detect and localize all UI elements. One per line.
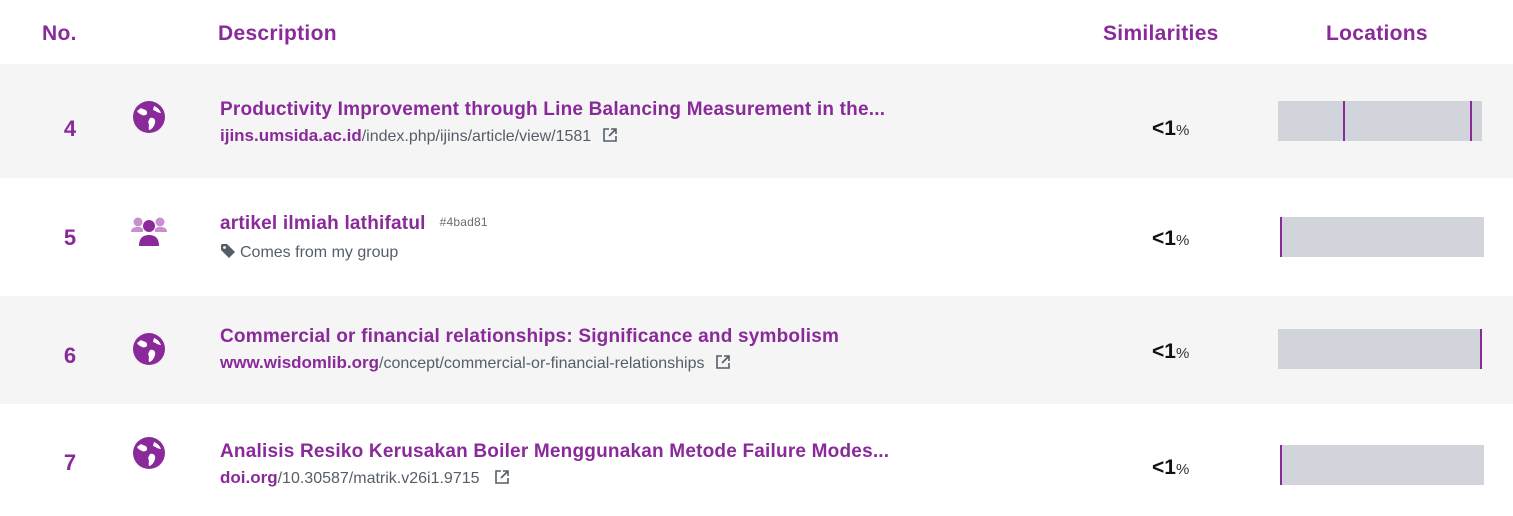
source-domain: www.wisdomlib.org	[220, 353, 379, 372]
external-link-icon[interactable]	[602, 127, 618, 143]
row-number: 7	[63, 450, 77, 475]
tag-text: Comes from my group	[240, 244, 399, 261]
globe-icon	[133, 333, 165, 365]
similarity-value: <1%	[1152, 340, 1189, 364]
location-marker[interactable]	[1470, 101, 1472, 141]
similarity-unit: %	[1175, 345, 1190, 362]
column-header-no: No.	[42, 22, 77, 45]
row-number: 6	[63, 343, 77, 368]
table-row[interactable]: 6 Commercial or financial relationships:…	[0, 296, 1513, 404]
external-link-icon[interactable]	[715, 354, 731, 370]
source-path: /concept/commercial-or-financial-relatio…	[379, 355, 705, 372]
source-path: /index.php/ijins/article/view/1581	[361, 128, 592, 145]
source-title-link[interactable]: artikel ilmiah lathifatul #4bad81	[220, 213, 488, 235]
globe-icon	[133, 101, 165, 133]
similarity-value: <1%	[1152, 456, 1189, 480]
similarity-number: <1	[1152, 117, 1176, 140]
table-row[interactable]: 5 artikel ilmiah lathifatul #4bad81 Comes…	[0, 183, 1513, 292]
table-row[interactable]: 7 Analisis Resiko Kerusakan Boiler Mengg…	[0, 408, 1513, 516]
location-bar[interactable]	[1278, 101, 1482, 141]
source-id: #4bad81	[439, 215, 488, 229]
location-bar[interactable]	[1280, 445, 1484, 485]
similarity-unit: %	[1175, 461, 1190, 478]
similarity-number: <1	[1152, 227, 1176, 250]
similarity-number: <1	[1152, 456, 1176, 479]
column-header-description: Description	[218, 22, 337, 45]
similarity-value: <1%	[1152, 117, 1189, 141]
source-url[interactable]: doi.org/10.30587/matrik.v26i1.9715	[220, 468, 510, 488]
source-path: /10.30587/matrik.v26i1.9715	[277, 470, 480, 487]
location-marker[interactable]	[1280, 217, 1282, 257]
external-link-icon[interactable]	[494, 469, 510, 485]
source-title-link[interactable]: Commercial or financial relationships: S…	[220, 326, 839, 348]
location-marker[interactable]	[1480, 329, 1482, 369]
similarity-value: <1%	[1152, 227, 1189, 251]
row-number: 4	[63, 116, 77, 141]
source-title-link[interactable]: Productivity Improvement through Line Ba…	[220, 99, 885, 121]
similarity-number: <1	[1152, 340, 1176, 363]
source-domain: doi.org	[220, 468, 278, 487]
table-header: No. Description Similarities Locations	[0, 0, 1513, 64]
users-group-icon	[131, 217, 167, 246]
column-header-similarities: Similarities	[1103, 22, 1219, 45]
table-row[interactable]: 4 Productivity Improvement through Line …	[0, 64, 1513, 178]
source-url[interactable]: ijins.umsida.ac.id/index.php/ijins/artic…	[220, 126, 618, 146]
source-tag: Comes from my group	[220, 243, 398, 262]
location-bar[interactable]	[1280, 217, 1484, 257]
column-header-locations: Locations	[1326, 22, 1428, 45]
location-bar[interactable]	[1278, 329, 1482, 369]
source-url[interactable]: www.wisdomlib.org/concept/commercial-or-…	[220, 353, 731, 373]
row-number: 5	[63, 225, 77, 250]
globe-icon	[133, 437, 165, 469]
location-marker[interactable]	[1280, 445, 1282, 485]
source-title-link[interactable]: Analisis Resiko Kerusakan Boiler Menggun…	[220, 441, 889, 463]
tag-icon	[221, 244, 235, 258]
similarity-unit: %	[1175, 232, 1190, 249]
source-title-text: artikel ilmiah lathifatul	[220, 213, 426, 234]
source-domain: ijins.umsida.ac.id	[220, 126, 362, 145]
similarity-unit: %	[1175, 122, 1190, 139]
location-marker[interactable]	[1343, 101, 1345, 141]
